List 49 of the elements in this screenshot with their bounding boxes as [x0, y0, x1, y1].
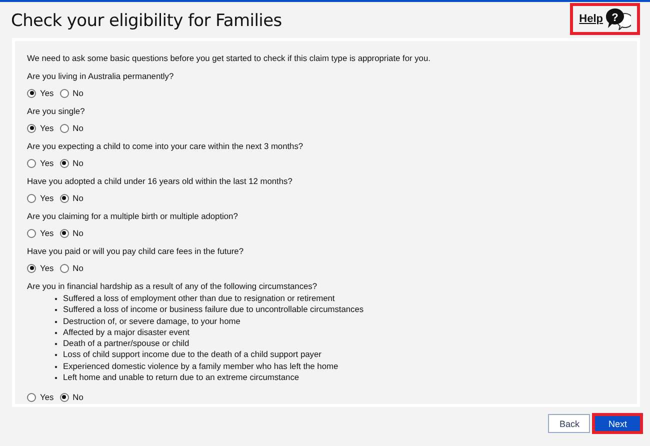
radio-button[interactable] [27, 88, 36, 98]
option-label[interactable]: No [72, 158, 84, 168]
radio-button[interactable] [60, 88, 69, 98]
radio-button[interactable] [27, 124, 36, 132]
question-text: Are you claiming for a multiple birth or multiple adoption? [27, 211, 239, 221]
option-label[interactable]: Yes [40, 392, 54, 402]
radio-button[interactable] [60, 124, 69, 132]
option-label[interactable]: Yes [40, 158, 54, 168]
help-link[interactable]: Help ? [570, 2, 640, 34]
option-label[interactable]: No [72, 263, 84, 273]
option-label[interactable]: No [72, 123, 84, 133]
circumstance-text: Suffered a loss of employment other than due to resignation or retirement [63, 293, 335, 304]
question-text: Have you paid or will you pay child care fees in the future? [27, 246, 244, 256]
circumstance-text: Left home and unable to return due to an extreme circumstance [63, 372, 300, 384]
radio-button[interactable] [27, 194, 36, 202]
circumstance-text: Affected by a major disaster event [63, 326, 190, 338]
radio-button[interactable] [27, 264, 36, 272]
help-label[interactable]: Help [579, 12, 603, 24]
question-text: Are you in financial hardship as a result of any of the following circumstances? [27, 281, 318, 291]
next-button[interactable]: Next [593, 414, 642, 433]
back-button[interactable]: Back [548, 414, 590, 433]
circumstance-text: Experienced domestic violence by a family member who has left the home [63, 360, 338, 372]
circumstance-text: Destruction of, or severe damage, to your home [63, 316, 240, 327]
page-title: Check your eligibility for Families [11, 10, 282, 30]
option-label[interactable]: Yes [40, 228, 54, 238]
option-label[interactable]: No [72, 392, 84, 402]
question-text: Are you living in Australia permanently? [27, 71, 175, 81]
radio-button[interactable] [27, 392, 36, 402]
radio-button[interactable] [60, 228, 69, 238]
option-label[interactable]: No [72, 88, 84, 98]
intro-text: We need to ask some basic questions before you get started to check if this claim type is appropriate for you. [27, 53, 432, 63]
option-label[interactable]: Yes [40, 88, 54, 98]
option-label[interactable]: No [72, 193, 84, 203]
option-label[interactable]: Yes [40, 263, 54, 273]
radio-button[interactable] [60, 392, 69, 402]
question-text: Are you single? [27, 106, 86, 116]
question-text: Have you adopted a child under 16 years old within the last 12 months? [27, 176, 294, 186]
question-text: Are you expecting a child to come into your care within the next 3 months? [27, 141, 304, 151]
option-label[interactable]: No [72, 228, 84, 238]
circumstance-text: Death of a partner/spouse or child [63, 338, 190, 350]
radio-button[interactable] [27, 228, 36, 238]
circumstance-text: Loss of child support income due to the death of a child support payer [63, 349, 322, 361]
radio-button[interactable] [27, 158, 36, 168]
circumstance-text: Suffered a loss of income or business failure due to uncontrollable circumstances [63, 304, 364, 316]
radio-button[interactable] [60, 264, 69, 272]
radio-button[interactable] [60, 158, 69, 168]
radio-button[interactable] [60, 194, 69, 202]
option-label[interactable]: Yes [40, 193, 54, 203]
option-label[interactable]: Yes [40, 123, 54, 133]
